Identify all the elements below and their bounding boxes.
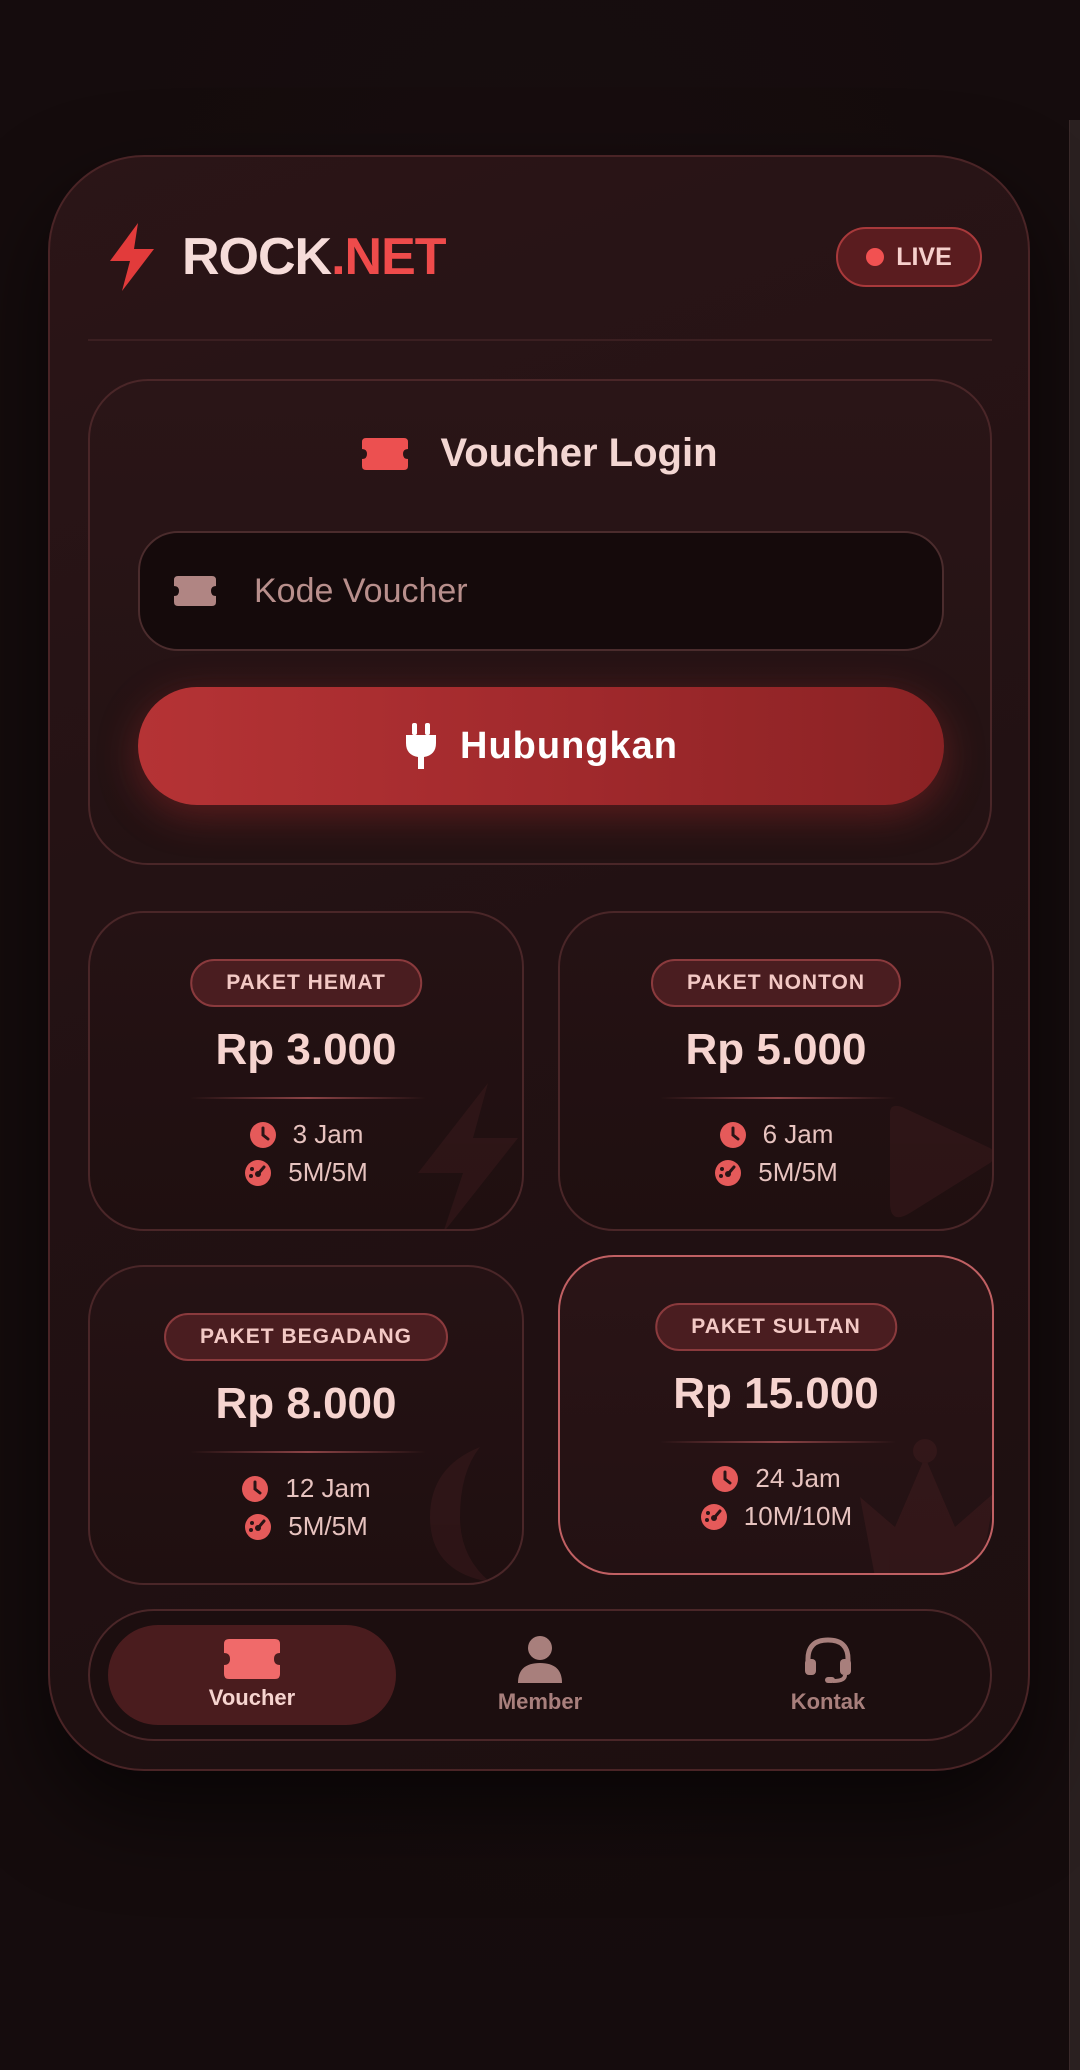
package-price: Rp 15.000 [673, 1369, 879, 1418]
package-badge: PAKET HEMAT [190, 959, 422, 1007]
package-badge: PAKET SULTAN [655, 1303, 897, 1351]
package-speed: 5M/5M [560, 1157, 992, 1188]
gauge-icon [700, 1503, 727, 1530]
main-card: ROCK.NET LIVE Voucher Login Kode Voucher… [48, 155, 1030, 1771]
header: ROCK.NET LIVE [102, 217, 982, 317]
package-divider [660, 1441, 896, 1443]
clock-icon [242, 1475, 269, 1502]
ticket-icon [362, 437, 409, 470]
live-dot-icon [866, 248, 885, 266]
connect-button[interactable]: Hubungkan [138, 687, 944, 805]
ticket-icon [224, 1639, 280, 1679]
voucher-code-field[interactable] [138, 531, 944, 651]
package-divider [190, 1451, 426, 1453]
bolt-icon [110, 223, 154, 291]
package-badge: PAKET NONTON [650, 959, 902, 1007]
login-title: Voucher Login [90, 431, 990, 476]
ticket-icon [174, 576, 216, 606]
nav-item-member[interactable]: Member [396, 1625, 684, 1725]
gauge-icon [245, 1159, 272, 1186]
package-duration: 24 Jam [560, 1463, 992, 1494]
plug-icon [406, 723, 436, 769]
package-badge: PAKET BEGADANG [164, 1313, 448, 1361]
package-price: Rp 5.000 [685, 1025, 867, 1074]
header-divider [88, 339, 992, 341]
clock-icon [719, 1121, 746, 1148]
package-duration: 12 Jam [90, 1473, 522, 1504]
nav-item-kontak[interactable]: Kontak [684, 1625, 972, 1725]
live-status-badge: LIVE [836, 227, 982, 287]
nav-item-voucher[interactable]: Voucher [108, 1625, 396, 1725]
package-card-begadang[interactable]: PAKET BEGADANG Rp 8.000 12 Jam 5M/5M [88, 1265, 524, 1585]
package-speed: 10M/10M [560, 1501, 992, 1532]
package-duration: 3 Jam [90, 1119, 522, 1150]
headset-icon [805, 1637, 851, 1683]
clock-icon [249, 1121, 276, 1148]
scrollbar[interactable] [1069, 120, 1080, 2070]
brand-name: ROCK.NET [182, 228, 447, 286]
brand-logo: ROCK.NET [102, 221, 447, 293]
package-speed: 5M/5M [90, 1157, 522, 1188]
package-divider [660, 1097, 896, 1099]
gauge-icon [715, 1159, 742, 1186]
package-card-sultan[interactable]: PAKET SULTAN Rp 15.000 24 Jam 10M/10M [558, 1255, 994, 1575]
bottom-nav: Voucher Member Kontak [88, 1609, 992, 1741]
clock-icon [712, 1465, 739, 1492]
package-speed: 5M/5M [90, 1511, 522, 1542]
package-duration: 6 Jam [560, 1119, 992, 1150]
package-card-hemat[interactable]: PAKET HEMAT Rp 3.000 3 Jam 5M/5M [88, 911, 524, 1231]
package-price: Rp 3.000 [215, 1025, 397, 1074]
package-card-nonton[interactable]: PAKET NONTON Rp 5.000 6 Jam 5M/5M [558, 911, 994, 1231]
package-divider [190, 1097, 426, 1099]
user-icon [518, 1636, 562, 1683]
gauge-icon [245, 1513, 272, 1540]
voucher-login-panel: Voucher Login Hubungkan [88, 379, 992, 865]
live-label: LIVE [896, 242, 952, 271]
package-price: Rp 8.000 [215, 1379, 397, 1428]
voucher-code-input[interactable] [252, 570, 856, 612]
